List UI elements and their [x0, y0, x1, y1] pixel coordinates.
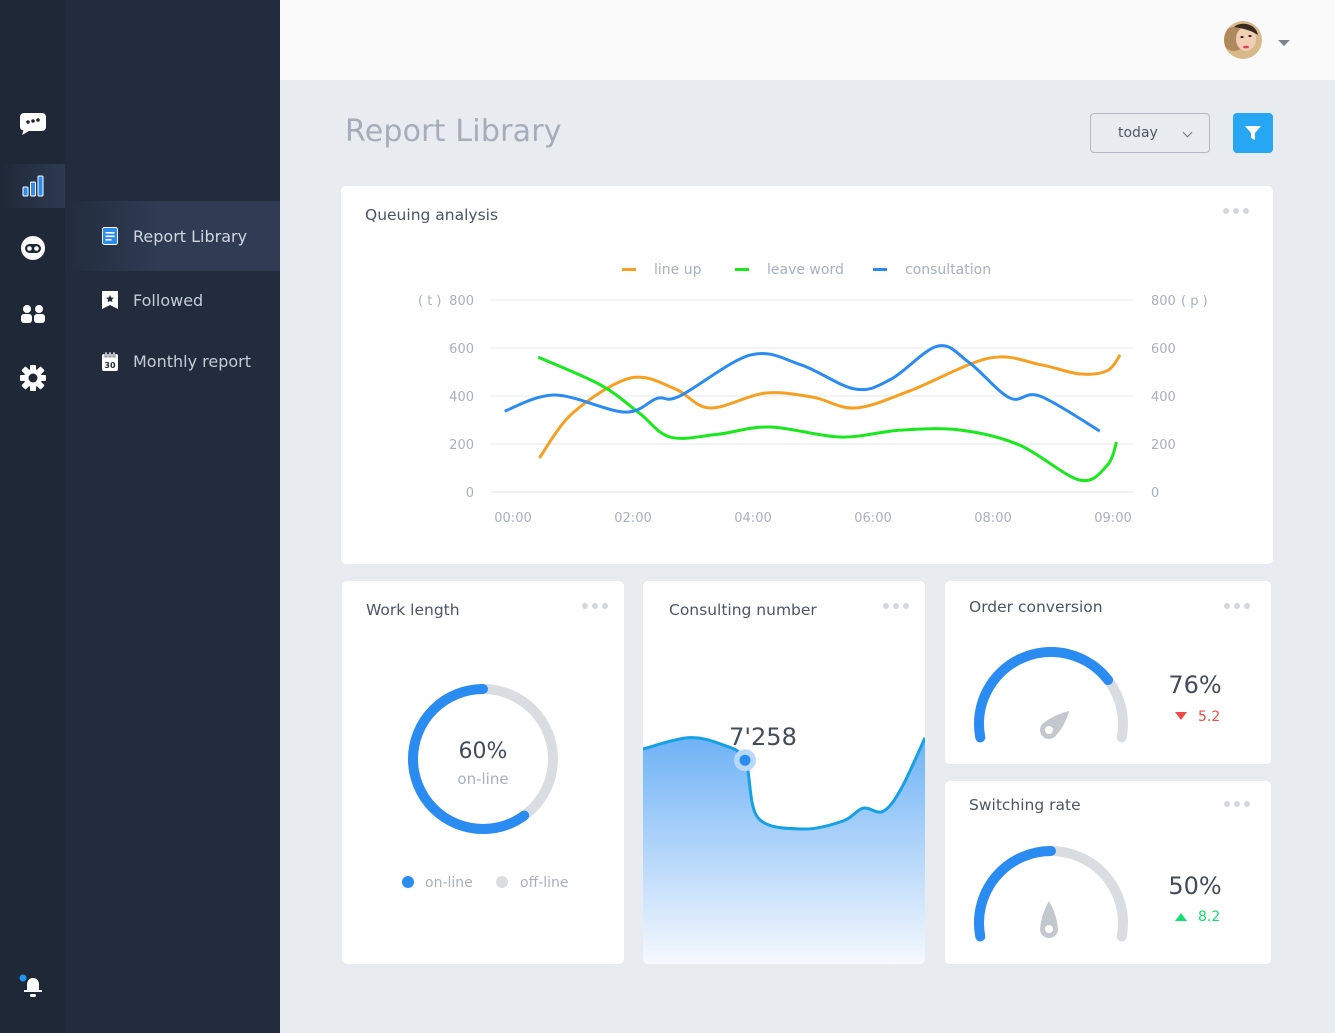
chevron-down-icon — [1182, 127, 1193, 138]
work-length-card: Work length 60% on-line on-line off-line — [342, 581, 624, 964]
gear-icon — [19, 365, 46, 391]
filter-icon — [1245, 126, 1261, 140]
chat-icon — [19, 113, 46, 135]
notification-dot — [19, 974, 26, 982]
legend-offline-dot — [496, 876, 508, 888]
gauge-value-arc — [974, 846, 1056, 942]
calendar-icon: 30 — [101, 351, 119, 371]
x-tick: 09:00 — [1094, 511, 1131, 526]
bookmark-star-icon — [101, 291, 119, 309]
order-conversion-gauge: 76% 5.2 — [974, 647, 1222, 743]
top-bar — [280, 0, 1335, 80]
order-conversion-card: Order conversion 76% 5.2 — [945, 581, 1271, 764]
y-tick-right: 200 — [1151, 438, 1176, 453]
gauge-delta: 8.2 — [1198, 909, 1220, 925]
subnav-label: Report Library — [133, 226, 248, 246]
user-avatar[interactable] — [1224, 21, 1262, 59]
x-tick: 06:00 — [854, 511, 891, 526]
rail-item-notifications[interactable] — [0, 964, 65, 1008]
page-title: Report Library — [345, 114, 562, 149]
y-tick-left: 400 — [449, 390, 474, 405]
svg-text:30: 30 — [104, 361, 116, 370]
subnav-item-report-library[interactable]: Report Library — [65, 201, 280, 271]
trend-down-icon — [1175, 712, 1187, 720]
bar-chart-icon — [22, 175, 43, 197]
x-tick: 04:00 — [734, 511, 771, 526]
rail-item-robot[interactable] — [0, 226, 65, 270]
robot-icon — [20, 236, 45, 260]
filter-button[interactable] — [1233, 113, 1273, 153]
legend-label: line up — [654, 262, 702, 278]
y-tick-left: 0 — [466, 486, 474, 501]
legend-swatch — [735, 268, 749, 271]
legend-online-dot — [402, 876, 414, 888]
subnav-item-followed[interactable]: Followed — [65, 265, 280, 335]
work-length-donut: 60% on-line on-line off-line — [402, 684, 569, 891]
legend-online-label: on-line — [425, 875, 473, 891]
users-icon — [20, 305, 45, 323]
icon-rail — [0, 0, 65, 1033]
consulting-area-chart: 7'258 — [643, 723, 925, 964]
bell-icon — [19, 974, 42, 997]
legend-item-consultation: consultation — [873, 262, 991, 278]
subnav-label: Followed — [133, 290, 204, 310]
y-tick-right: 400 — [1151, 390, 1176, 405]
x-tick: 02:00 — [614, 511, 651, 526]
series-line-line-up — [538, 354, 1122, 459]
rail-item-users[interactable] — [0, 292, 65, 336]
legend-item-leave-word: leave word — [735, 262, 844, 278]
highlight-point — [739, 754, 751, 766]
subnav-item-monthly-report[interactable]: 30 Monthly report — [65, 326, 280, 396]
switching-rate-gauge: 50% 8.2 — [974, 846, 1222, 942]
y-tick-right: 800 — [1151, 294, 1176, 309]
queuing-line-chart: 0 0 200 200 400 400 600 600 800 800 ( t ) ( p ) 00:0… — [418, 262, 1208, 526]
legend-item-line-up: line up — [622, 262, 702, 278]
sub-navigation: Report Library Followed 30 Monthly repor… — [65, 0, 280, 1033]
date-range-value: today — [1118, 125, 1158, 141]
date-range-select[interactable]: today — [1090, 113, 1210, 153]
rail-item-chat[interactable] — [0, 102, 65, 146]
gauge-needle — [1040, 710, 1070, 739]
gauge-delta: 5.2 — [1198, 709, 1220, 725]
legend-label: consultation — [905, 262, 991, 278]
donut-center-label: on-line — [457, 770, 508, 788]
legend-label: leave word — [767, 262, 844, 278]
trend-up-icon — [1175, 913, 1187, 921]
consulting-number-card: Consulting number 7'258 — [643, 581, 925, 964]
gauge-value: 76% — [1168, 671, 1221, 699]
legend-swatch — [622, 268, 636, 271]
y-unit-left: ( t ) — [418, 294, 442, 309]
y-tick-right: 0 — [1151, 486, 1159, 501]
subnav-label: Monthly report — [133, 351, 252, 371]
legend-offline-label: off-line — [520, 875, 569, 891]
switching-rate-card: Switching rate 50% 8.2 — [945, 781, 1271, 964]
gauge-value: 50% — [1168, 872, 1221, 900]
y-tick-left: 800 — [449, 294, 474, 309]
user-menu-caret-icon[interactable] — [1278, 40, 1290, 46]
document-icon — [101, 227, 119, 245]
y-tick-left: 600 — [449, 342, 474, 357]
y-unit-right: ( p ) — [1181, 294, 1208, 309]
rail-item-settings[interactable] — [0, 356, 65, 400]
rail-item-reports[interactable] — [0, 164, 65, 208]
consulting-value: 7'258 — [729, 723, 797, 751]
gauge-needle — [1040, 901, 1058, 938]
y-tick-left: 200 — [449, 438, 474, 453]
legend-swatch — [873, 268, 887, 271]
x-tick: 08:00 — [974, 511, 1011, 526]
donut-center-value: 60% — [459, 739, 508, 764]
x-tick: 00:00 — [494, 511, 531, 526]
queuing-analysis-card: Queuing analysis 0 0 200 200 400 400 600 600 800… — [341, 186, 1273, 564]
area-fill — [643, 737, 925, 964]
y-tick-right: 600 — [1151, 342, 1176, 357]
